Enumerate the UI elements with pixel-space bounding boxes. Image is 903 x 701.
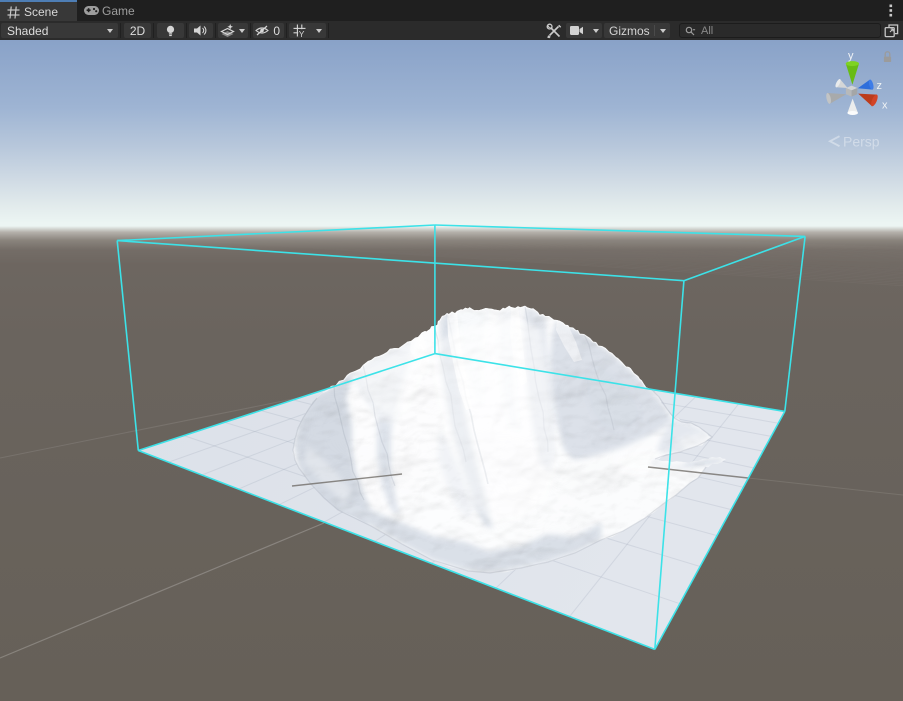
svg-text:x: x bbox=[882, 100, 888, 112]
svg-text:Y: Y bbox=[299, 29, 305, 37]
svg-text:z: z bbox=[877, 80, 883, 92]
svg-text:y: y bbox=[848, 50, 854, 62]
svg-text:Persp: Persp bbox=[843, 134, 880, 150]
